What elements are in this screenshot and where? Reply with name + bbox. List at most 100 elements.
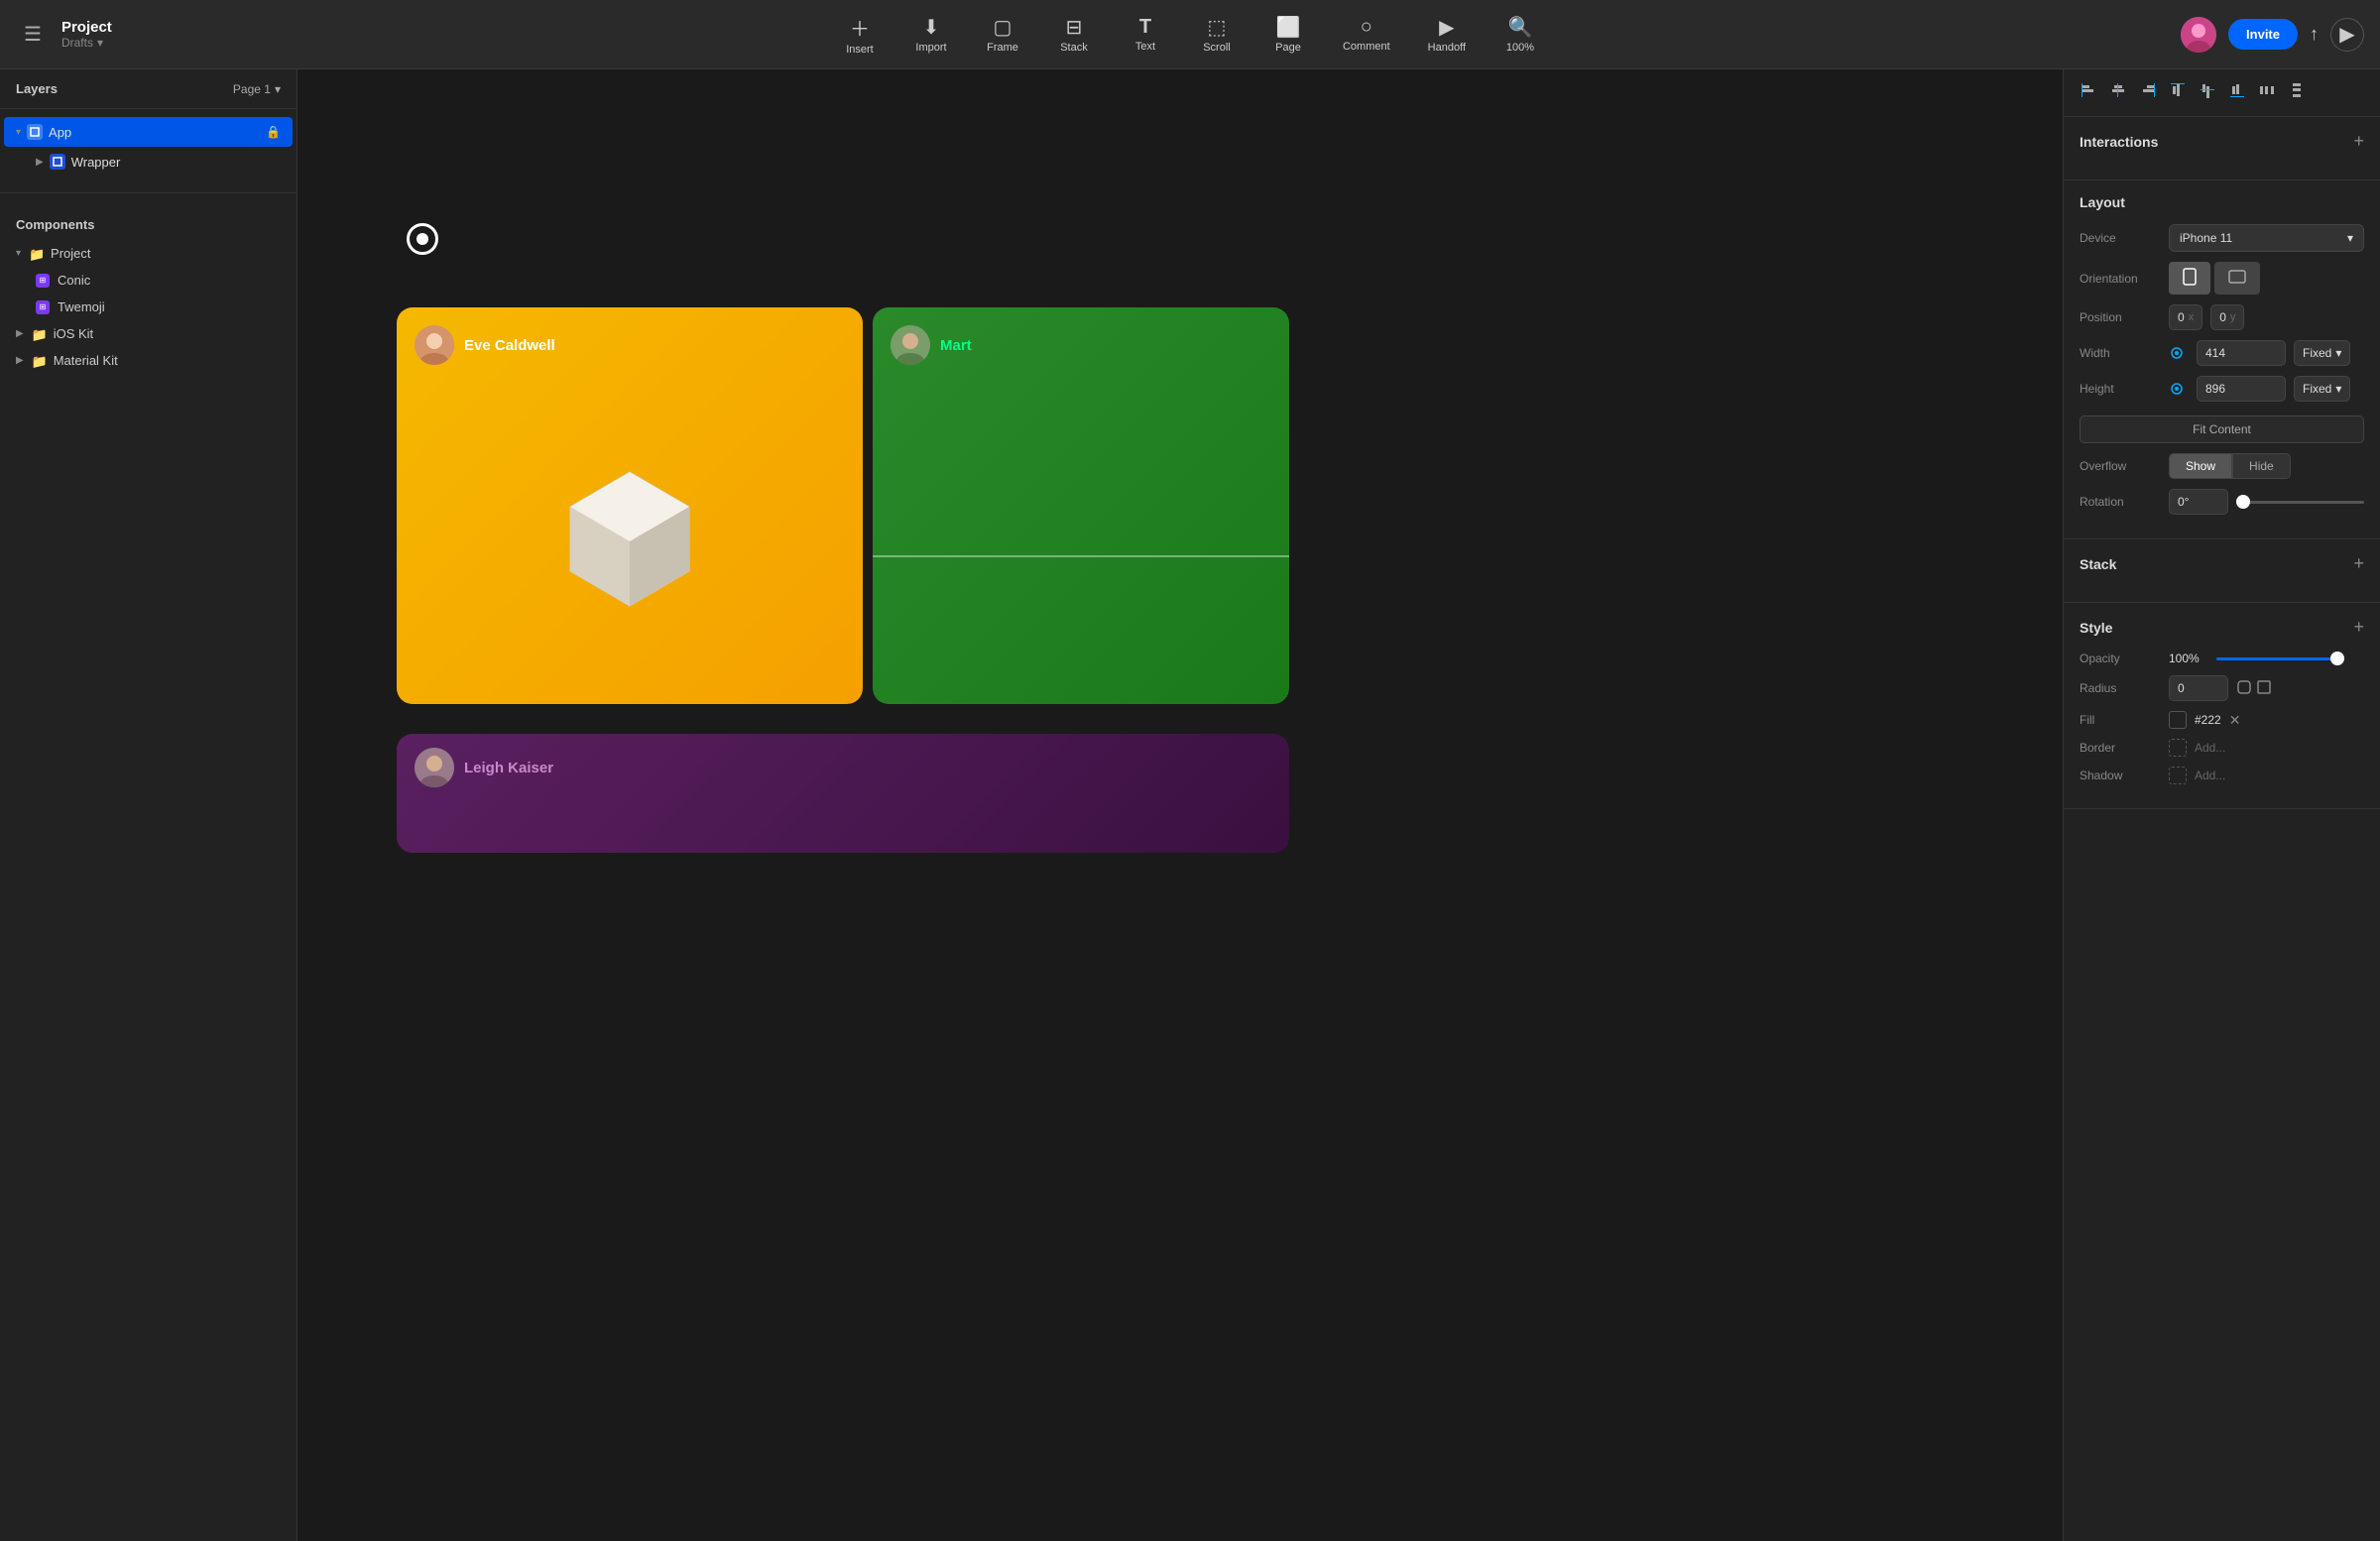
orientation-row: Orientation <box>2080 262 2364 295</box>
radius-individual-button[interactable] <box>2256 679 2272 698</box>
opacity-inputs: 100% <box>2169 652 2344 665</box>
fit-content-row: Fit Content <box>2080 412 2364 443</box>
stack-tool[interactable]: ⊟ Stack <box>1039 7 1109 61</box>
overflow-show-button[interactable]: Show <box>2169 453 2232 479</box>
opacity-slider[interactable] <box>2216 657 2344 660</box>
insert-tool[interactable]: ＋ Insert <box>825 5 894 63</box>
card-green-username: Mart <box>940 337 972 354</box>
overflow-row: Overflow Show Hide <box>2080 453 2364 479</box>
zoom-control[interactable]: 🔍 100% <box>1486 7 1555 61</box>
left-sidebar: Layers Page 1 ▾ ▾ App 🔒 ▶ <box>0 69 298 1541</box>
align-top-button[interactable] <box>2165 77 2191 108</box>
scroll-icon: ⬚ <box>1208 15 1227 40</box>
shadow-row: Shadow Add... <box>2080 767 2364 784</box>
import-tool[interactable]: ⬇ Import <box>896 7 966 61</box>
comment-icon: ○ <box>1361 16 1372 39</box>
invite-button[interactable]: Invite <box>2228 19 2298 50</box>
fill-remove-button[interactable]: ✕ <box>2229 712 2241 729</box>
component-twemoji[interactable]: ⊞ Twemoji <box>0 294 297 320</box>
component-conic[interactable]: ⊞ Conic <box>0 267 297 294</box>
distribute-h-button[interactable] <box>2254 77 2280 108</box>
stack-section: Stack + <box>2064 539 2380 603</box>
handoff-tool[interactable]: ▶ Handoff <box>1410 7 1484 61</box>
add-style-button[interactable]: + <box>2353 617 2364 638</box>
toolbar-center: ＋ Insert ⬇ Import ▢ Frame ⊟ Stack T Text… <box>238 5 2142 63</box>
play-button[interactable]: ▶ <box>2330 18 2364 52</box>
comment-tool[interactable]: ○ Comment <box>1325 8 1408 60</box>
fit-content-button[interactable]: Fit Content <box>2080 415 2364 443</box>
align-left-button[interactable] <box>2076 77 2101 108</box>
canvas[interactable]: Eve Caldwell <box>298 69 2063 1541</box>
landscape-button[interactable] <box>2214 262 2260 295</box>
border-label: Border <box>2080 741 2169 755</box>
page-selector[interactable]: Page 1 ▾ <box>233 82 281 96</box>
align-bottom-button[interactable] <box>2224 77 2250 108</box>
layer-app[interactable]: ▾ App 🔒 <box>4 117 293 147</box>
layer-wrapper[interactable]: ▶ Wrapper <box>4 147 293 177</box>
component-material-kit[interactable]: ▶ 📁 Material Kit <box>0 347 297 374</box>
position-y-input[interactable]: 0 y <box>2210 304 2244 330</box>
rotation-slider[interactable] <box>2236 501 2364 504</box>
align-center-h-button[interactable] <box>2105 77 2131 108</box>
overflow-toggle: Show Hide <box>2169 453 2291 479</box>
cube-svg <box>550 452 709 611</box>
align-center-v-button[interactable] <box>2195 77 2220 108</box>
upload-icon: ↑ <box>2310 24 2319 44</box>
device-selector[interactable]: iPhone 11 ▾ <box>2169 224 2364 252</box>
fill-color-swatch[interactable] <box>2169 711 2187 729</box>
stack-title: Stack <box>2080 556 2116 572</box>
style-section: Style + Opacity 100% Radius <box>2064 603 2380 809</box>
height-label: Height <box>2080 382 2169 396</box>
user-avatar-eve <box>415 325 454 365</box>
width-input[interactable] <box>2197 340 2286 366</box>
rotation-input[interactable] <box>2169 489 2228 515</box>
width-fixed-dropdown[interactable]: Fixed ▾ <box>2294 340 2350 366</box>
overflow-hide-button[interactable]: Hide <box>2232 453 2291 479</box>
user-avatar-mart <box>891 325 930 365</box>
interactions-section: Interactions + <box>2064 117 2380 180</box>
position-x-input[interactable]: 0 x <box>2169 304 2202 330</box>
rotation-row: Rotation <box>2080 489 2364 515</box>
height-input[interactable] <box>2197 376 2286 402</box>
interactions-title: Interactions <box>2080 134 2158 150</box>
device-dropdown[interactable]: iPhone 11 ▾ <box>2169 224 2364 252</box>
link-icon-2 <box>2169 381 2185 397</box>
align-right-icon <box>2139 81 2157 99</box>
height-fixed-dropdown[interactable]: Fixed ▾ <box>2294 376 2350 402</box>
chevron-right-icon-3: ▶ <box>16 355 24 366</box>
hamburger-button[interactable]: ☰ <box>16 14 50 55</box>
border-color-swatch[interactable] <box>2169 739 2187 757</box>
sidebar-divider <box>0 192 297 193</box>
search-icon: 🔍 <box>1508 15 1533 40</box>
fill-inputs: #222 ✕ <box>2169 711 2240 729</box>
handoff-icon: ▶ <box>1439 15 1454 40</box>
text-tool[interactable]: T Text <box>1111 8 1180 60</box>
folder-icon-2: 📁 <box>32 327 46 341</box>
scroll-tool[interactable]: ⬚ Scroll <box>1182 7 1251 61</box>
radius-input[interactable] <box>2169 675 2228 701</box>
add-stack-button[interactable]: + <box>2353 553 2364 574</box>
component-ios-kit[interactable]: ▶ 📁 iOS Kit <box>0 320 297 347</box>
card-purple-username: Leigh Kaiser <box>464 760 553 776</box>
component-project[interactable]: ▾ 📁 Project <box>0 240 297 267</box>
record-dot <box>416 233 428 245</box>
opacity-value: 100% <box>2169 652 2208 665</box>
upload-button[interactable]: ↑ <box>2310 24 2319 45</box>
frame-tool[interactable]: ▢ Frame <box>968 7 1037 61</box>
fill-row: Fill #222 ✕ <box>2080 711 2364 729</box>
radius-corner-button[interactable] <box>2236 679 2252 698</box>
align-right-button[interactable] <box>2135 77 2161 108</box>
portrait-button[interactable] <box>2169 262 2210 295</box>
folder-icon: 📁 <box>29 247 43 261</box>
page-tool[interactable]: ⬜ Page <box>1253 7 1323 61</box>
add-interaction-button[interactable]: + <box>2353 131 2364 152</box>
shadow-color-swatch[interactable] <box>2169 767 2187 784</box>
style-header: Style + <box>2080 617 2364 638</box>
project-sub[interactable]: Drafts ▾ <box>61 36 112 50</box>
record-button[interactable] <box>407 223 438 255</box>
align-center-v-icon <box>2199 81 2216 99</box>
link-icon <box>2169 345 2185 361</box>
card-purple: Leigh Kaiser <box>397 734 1289 853</box>
text-icon: T <box>1139 16 1151 39</box>
distribute-v-button[interactable] <box>2284 77 2310 108</box>
